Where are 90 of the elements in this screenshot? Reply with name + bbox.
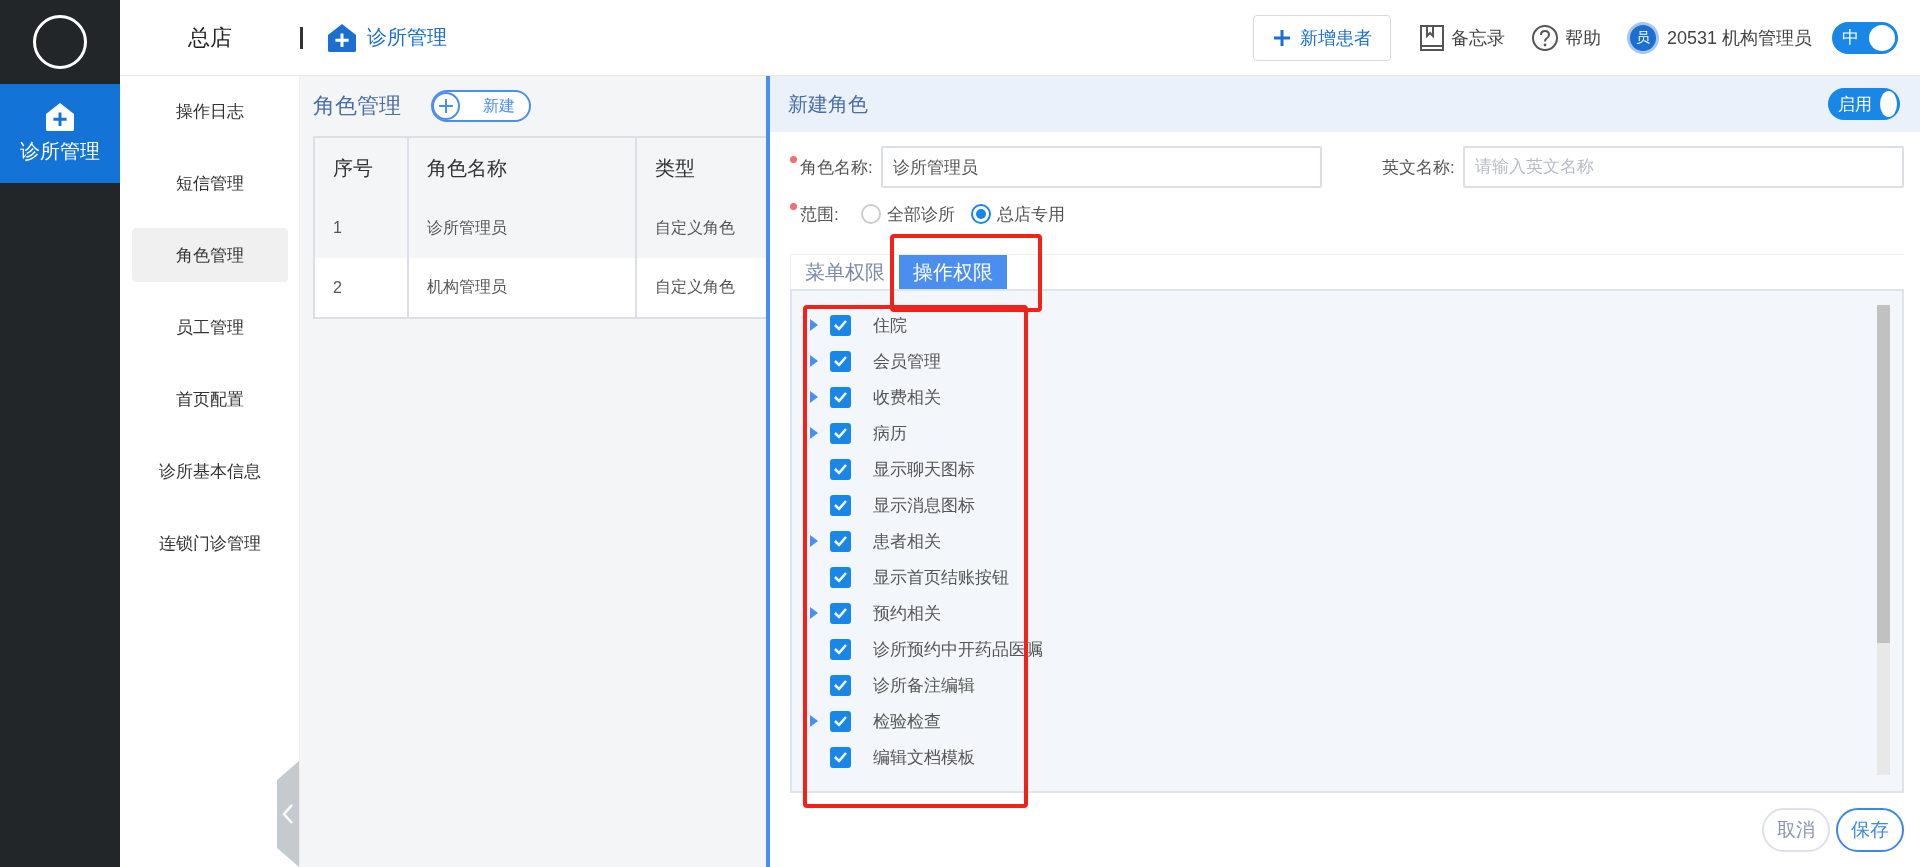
input-field[interactable]: 诊所管理员 xyxy=(880,146,1322,188)
check-icon xyxy=(833,426,848,440)
check-icon xyxy=(833,678,848,692)
permission-label: 收费相关 xyxy=(873,386,941,409)
checkbox[interactable] xyxy=(830,458,851,480)
enable-toggle[interactable]: 启用 xyxy=(1828,88,1900,120)
field-label: 英文名称: xyxy=(1381,156,1455,179)
expand-arrow-icon[interactable] xyxy=(810,607,818,619)
check-icon xyxy=(833,318,848,332)
check-icon xyxy=(833,354,848,368)
table-cell: 诊所管理员 xyxy=(408,198,636,258)
checkbox[interactable] xyxy=(830,530,851,552)
save-button[interactable]: 保存 xyxy=(1836,808,1904,852)
sidebar-item[interactable]: 短信管理 xyxy=(131,156,288,210)
permission-label: 检验检查 xyxy=(873,710,941,733)
check-icon xyxy=(833,714,848,728)
permission-label: 住院 xyxy=(873,314,907,337)
table-cell: 1 xyxy=(314,198,408,258)
column-header: 角色名称 xyxy=(408,137,636,198)
check-icon xyxy=(833,606,848,620)
expand-arrow-icon[interactable] xyxy=(810,391,818,403)
permission-label: 显示首页结账按钮 xyxy=(873,566,1009,589)
check-icon xyxy=(833,462,848,476)
book-icon xyxy=(1418,23,1445,52)
memo-button[interactable]: 备忘录 xyxy=(1418,23,1505,52)
radio-option[interactable]: 全部诊所 xyxy=(860,202,955,226)
expand-arrow-icon[interactable] xyxy=(810,355,818,367)
chevron-left-icon xyxy=(281,803,295,825)
collapse-handle[interactable] xyxy=(277,761,299,867)
panel-title: 新建角色 xyxy=(788,91,868,117)
expand-arrow-icon[interactable] xyxy=(810,319,818,331)
clinic-icon xyxy=(327,22,357,53)
permission-label: 患者相关 xyxy=(873,530,941,553)
permission-label: 诊所备注编辑 xyxy=(873,674,975,697)
checkbox[interactable] xyxy=(830,386,851,408)
user-avatar: 员 xyxy=(1626,21,1659,54)
sidebar-item[interactable]: 诊所基本信息 xyxy=(131,444,288,498)
permission-label: 显示聊天图标 xyxy=(873,458,975,481)
plus-circle-icon xyxy=(431,91,461,121)
table-cell: 机构管理员 xyxy=(408,258,636,318)
sidebar-item[interactable]: 操作日志 xyxy=(131,84,288,138)
checkbox[interactable] xyxy=(830,350,851,372)
language-toggle[interactable]: 中 xyxy=(1832,21,1898,54)
checkbox[interactable] xyxy=(830,710,851,732)
permission-label: 会员管理 xyxy=(873,350,941,373)
sidebar-item[interactable]: 员工管理 xyxy=(131,300,288,354)
column-header: 类型 xyxy=(636,137,766,198)
checkbox[interactable] xyxy=(830,746,851,768)
field-label: 范围: xyxy=(790,202,839,226)
checkbox[interactable] xyxy=(830,494,851,516)
table-cell: 自定义角色 xyxy=(636,198,766,258)
field-label: 角色名称: xyxy=(790,155,873,179)
checkbox[interactable] xyxy=(830,566,851,588)
check-icon xyxy=(833,750,848,764)
permission-label: 预约相关 xyxy=(873,602,941,625)
logo-icon xyxy=(33,15,87,69)
checkbox[interactable] xyxy=(830,674,851,696)
add-patient-button[interactable]: 新增患者 xyxy=(1252,14,1391,61)
expand-arrow-icon[interactable] xyxy=(810,427,818,439)
input-field[interactable]: 请输入英文名称 xyxy=(1462,146,1904,188)
user-name: 20531 机构管理员 xyxy=(1666,26,1812,50)
permission-label: 显示消息图标 xyxy=(873,494,975,517)
check-icon xyxy=(833,390,848,404)
radio-option[interactable]: 总店专用 xyxy=(970,202,1065,226)
table-cell: 2 xyxy=(314,258,408,318)
sidebar-item[interactable]: 角色管理 xyxy=(131,228,288,282)
check-icon xyxy=(833,642,848,656)
sidebar-item[interactable]: 连锁门诊管理 xyxy=(131,516,288,570)
panel-title: 角色管理 xyxy=(313,92,401,120)
clinic-icon xyxy=(45,102,75,132)
rail-nav-item[interactable]: 诊所管理 xyxy=(0,84,120,183)
permission-label: 编辑文档模板 xyxy=(873,746,975,769)
help-icon xyxy=(1530,23,1559,52)
permission-label: 病历 xyxy=(873,422,907,445)
column-header: 序号 xyxy=(314,137,408,198)
plus-icon xyxy=(1271,27,1292,48)
checkbox[interactable] xyxy=(830,638,851,660)
help-button[interactable]: 帮助 xyxy=(1530,23,1601,52)
check-icon xyxy=(833,534,848,548)
check-icon xyxy=(833,498,848,512)
scrollbar[interactable] xyxy=(1877,305,1890,775)
module-title: 诊所管理 xyxy=(367,25,447,50)
expand-arrow-icon[interactable] xyxy=(810,535,818,547)
checkbox[interactable] xyxy=(830,602,851,624)
check-icon xyxy=(833,570,848,584)
sidebar-item[interactable]: 首页配置 xyxy=(131,372,288,426)
expand-arrow-icon[interactable] xyxy=(810,715,818,727)
checkbox[interactable] xyxy=(830,314,851,336)
store-name: 总店 xyxy=(187,23,233,52)
checkbox[interactable] xyxy=(830,422,851,444)
